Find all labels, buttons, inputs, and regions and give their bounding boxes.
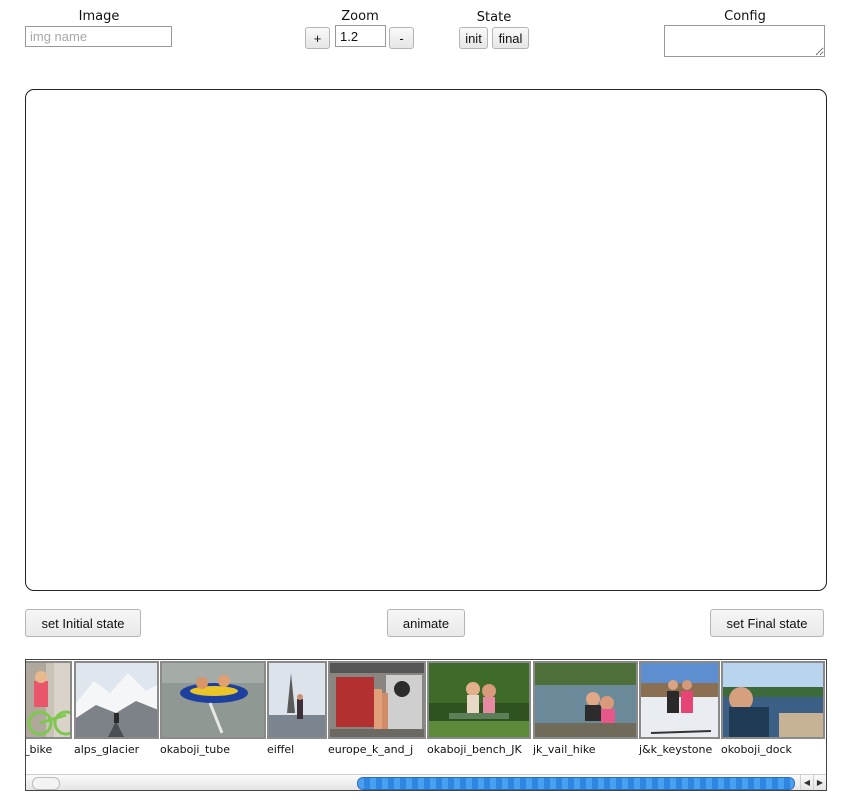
image-name-input[interactable] [25, 26, 172, 47]
scrollbar-track[interactable] [32, 777, 60, 790]
thumbnail-caption: europe_k_and_j [328, 743, 414, 756]
zoom-out-button[interactable]: - [389, 27, 414, 49]
scrollbar-thumb[interactable] [357, 777, 795, 790]
eiffel-photo [269, 663, 325, 737]
set-initial-state-button[interactable]: set Initial state [25, 609, 141, 637]
set-final-state-button[interactable]: set Final state [710, 609, 824, 637]
scroll-right-icon[interactable]: ▶ [813, 775, 826, 790]
state-init-button[interactable]: init [459, 27, 488, 49]
thumbnail-eiffel[interactable] [267, 661, 327, 739]
thumbnail-caption: alps_glacier [74, 743, 140, 756]
dock-photo [723, 663, 823, 737]
thumbnail-caption: j&k_keystone [639, 743, 713, 756]
config-textarea[interactable] [664, 25, 825, 57]
animate-button[interactable]: animate [387, 609, 465, 637]
glacier-photo [76, 663, 157, 737]
thumbnail-alps-glacier[interactable] [74, 661, 159, 739]
thumbnail-caption: okaboji_bench_JK [427, 743, 522, 756]
keystone-photo [641, 663, 718, 737]
gallery-horizontal-scrollbar[interactable]: ◀ ▶ [26, 774, 826, 790]
thumbnail-europe-k-and-j[interactable] [328, 661, 426, 739]
zoom-in-button[interactable]: + [305, 27, 330, 49]
vail-photo [535, 663, 636, 737]
state-final-button[interactable]: final [492, 27, 529, 49]
thumbnail-caption: okaboji_tube [160, 743, 231, 756]
europe-photo [330, 663, 424, 737]
image-label: Image [78, 9, 120, 24]
state-label: State [476, 10, 512, 25]
tube-photo [162, 663, 264, 737]
thumbnail-gallery[interactable]: _bike alps_glacier okaboji_tube eiffel e… [25, 659, 827, 791]
zoom-label: Zoom [341, 9, 379, 24]
bench-photo [429, 663, 529, 737]
thumbnail-caption: _bike [25, 743, 53, 756]
bike-photo [26, 663, 70, 737]
thumbnail-caption: eiffel [267, 743, 295, 756]
thumbnail-caption: okoboji_dock [721, 743, 792, 756]
thumbnail-caption: jk_vail_hike [533, 743, 596, 756]
zoom-input[interactable] [335, 25, 386, 47]
image-canvas[interactable] [25, 89, 827, 591]
thumbnail-okaboji-tube[interactable] [160, 661, 266, 739]
thumbnail-jk-vail-hike[interactable] [533, 661, 638, 739]
thumbnail-okaboji-bench-jk[interactable] [427, 661, 531, 739]
thumbnail-bike[interactable] [26, 661, 72, 739]
thumbnail-jk-keystone[interactable] [639, 661, 720, 739]
config-label: Config [724, 9, 766, 24]
scroll-left-icon[interactable]: ◀ [800, 775, 813, 790]
thumbnail-okoboji-dock[interactable] [721, 661, 825, 739]
